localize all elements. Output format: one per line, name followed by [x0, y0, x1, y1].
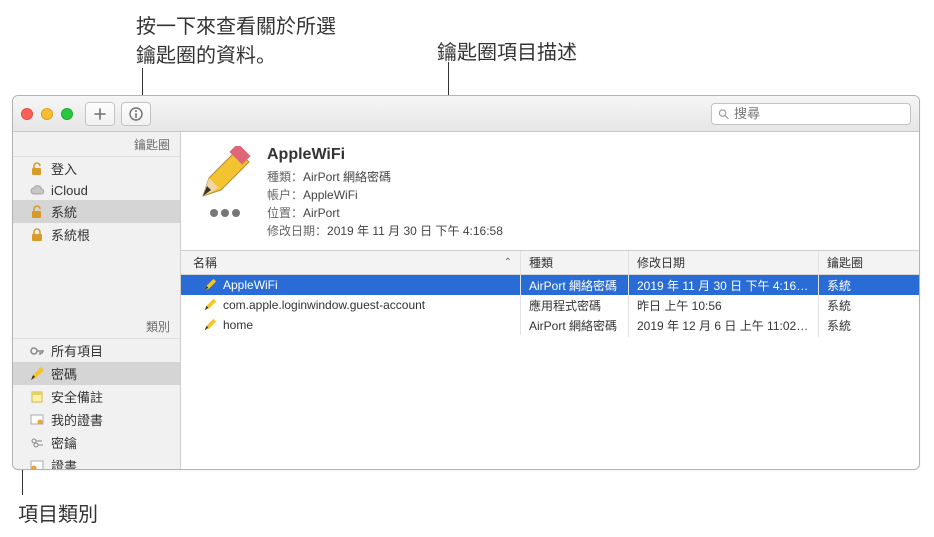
detail-where: AirPort [303, 206, 340, 220]
pencil-icon [203, 278, 217, 292]
pencil-icon [29, 366, 45, 382]
minimize-button[interactable] [41, 108, 53, 120]
plus-icon [93, 107, 107, 121]
table-header: 名稱 ⌃ 種類 修改日期 鑰匙圈 [181, 251, 919, 275]
detail-title: AppleWiFi [267, 146, 503, 164]
detail-modified-label: 修改日期： [267, 224, 327, 238]
info-icon [129, 107, 143, 121]
category-item-5[interactable]: 證書 [13, 454, 180, 470]
add-button[interactable] [85, 102, 115, 126]
row-date: 2019 年 12 月 6 日 上午 11:02:47 [629, 314, 819, 337]
row-name: com.apple.loginwindow.guest-account [223, 298, 425, 312]
detail-info: AppleWiFi 種類：AirPort 網絡密碼 帳户：AppleWiFi 位… [267, 146, 503, 240]
keychain-item-label: iCloud [51, 183, 88, 198]
detail-kind: AirPort 網絡密碼 [303, 170, 391, 184]
lock-open-icon [29, 161, 45, 177]
keychain-item-label: 系統根 [51, 225, 90, 244]
keychain-list: 登入 iCloud 系統系統根 [13, 157, 180, 246]
table-row[interactable]: AppleWiFi AirPort 網絡密碼 2019 年 11 月 30 日 … [181, 275, 919, 295]
category-item-label: 證書 [51, 456, 77, 470]
category-list: 所有項目密碼安全備註我的證書密鑰證書 [13, 339, 180, 470]
detail-modified: 2019 年 11 月 30 日 下午 4:16:58 [327, 224, 503, 238]
note-icon [29, 389, 45, 405]
callout-info: 按一下來查看關於所選 鑰匙圈的資料。 [136, 10, 336, 68]
detail-pane: AppleWiFi 種類：AirPort 網絡密碼 帳户：AppleWiFi 位… [181, 132, 919, 251]
category-item-2[interactable]: 安全備註 [13, 385, 180, 408]
detail-account: AppleWiFi [303, 188, 358, 202]
detail-kind-label: 種類： [267, 170, 303, 184]
detail-where-label: 位置： [267, 206, 303, 220]
row-name: AppleWiFi [223, 278, 278, 292]
column-date[interactable]: 修改日期 [629, 251, 819, 274]
column-name[interactable]: 名稱 ⌃ [181, 251, 521, 274]
sidebar: 鑰匙圈 登入 iCloud 系統系統根 類別 所有項目密碼安全備註我的證書密鑰證書 [13, 132, 181, 469]
cert-icon [29, 412, 45, 428]
keychain-item-label: 登入 [51, 159, 77, 178]
close-button[interactable] [21, 108, 33, 120]
category-item-label: 密碼 [51, 364, 77, 383]
keychain-access-window: 鑰匙圈 登入iCloud系統系統根 類別 所有項目密碼安全備註我的證書密鑰證書 [12, 95, 920, 470]
pencil-icon [203, 298, 217, 312]
lock-open-icon [29, 204, 45, 220]
row-keychain: 系統 [819, 314, 919, 337]
callout-item-desc: 鑰匙圈項目描述 [437, 36, 577, 65]
category-item-label: 所有項目 [51, 341, 103, 360]
info-button[interactable] [121, 102, 151, 126]
category-item-label: 我的證書 [51, 410, 103, 429]
table-row[interactable]: home AirPort 網絡密碼 2019 年 12 月 6 日 上午 11:… [181, 315, 919, 335]
callout-category: 項目類別 [18, 498, 98, 527]
table-body: AppleWiFi AirPort 網絡密碼 2019 年 11 月 30 日 … [181, 275, 919, 469]
column-kind[interactable]: 種類 [521, 251, 629, 274]
row-kind: AirPort 網絡密碼 [521, 314, 629, 337]
search-input[interactable] [734, 106, 904, 121]
keychain-item-1[interactable]: iCloud [13, 180, 180, 200]
sort-indicator-icon: ⌃ [504, 257, 512, 268]
keychain-item-2[interactable]: 系統 [13, 200, 180, 223]
column-keychain[interactable]: 鑰匙圈 [819, 251, 919, 274]
search-field[interactable] [711, 103, 911, 125]
detail-account-label: 帳户： [267, 188, 303, 202]
pencil-large-icon [197, 146, 253, 202]
category-item-3[interactable]: 我的證書 [13, 408, 180, 431]
category-item-label: 密鑰 [51, 433, 77, 452]
table-row[interactable]: com.apple.loginwindow.guest-account 應用程式… [181, 295, 919, 315]
keychain-item-label: 系統 [51, 202, 77, 221]
window-controls [21, 108, 73, 120]
key-icon [29, 343, 45, 359]
category-item-0[interactable]: 所有項目 [13, 339, 180, 362]
pencil-icon [203, 318, 217, 332]
category-item-4[interactable]: 密鑰 [13, 431, 180, 454]
cert2-icon [29, 458, 45, 471]
search-icon [718, 108, 729, 120]
item-icon [197, 146, 253, 202]
zoom-button[interactable] [61, 108, 73, 120]
category-item-1[interactable]: 密碼 [13, 362, 180, 385]
callout-line [142, 68, 143, 98]
column-name-label: 名稱 [193, 254, 217, 271]
content-area: AppleWiFi 種類：AirPort 網絡密碼 帳户：AppleWiFi 位… [181, 132, 919, 469]
keychain-item-3[interactable]: 系統根 [13, 223, 180, 246]
keys-icon [29, 435, 45, 451]
category-header: 類別 [13, 314, 180, 339]
lock-icon [29, 227, 45, 243]
keychain-item-0[interactable]: 登入 [13, 157, 180, 180]
cloud-icon [29, 182, 45, 198]
titlebar [13, 96, 919, 132]
row-name: home [223, 318, 253, 332]
category-item-label: 安全備註 [51, 387, 103, 406]
keychains-header: 鑰匙圈 [13, 132, 180, 157]
